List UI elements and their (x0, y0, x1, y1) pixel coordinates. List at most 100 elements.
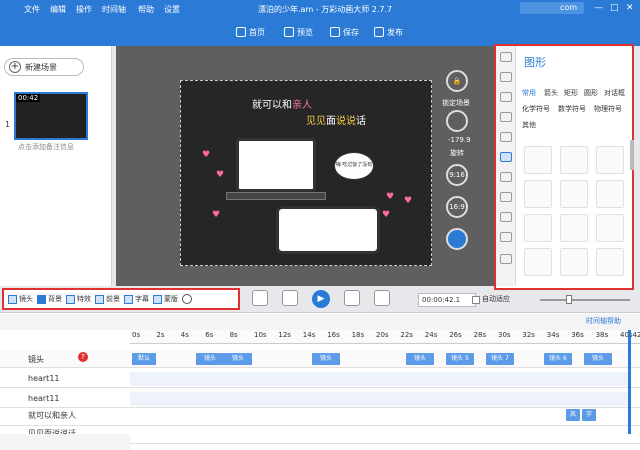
laptop-illustration[interactable] (236, 138, 316, 192)
save-button[interactable]: 保存 (330, 24, 359, 40)
camera-clip[interactable]: 镜头 7 (486, 353, 514, 365)
heart-icon[interactable]: ♥ (216, 170, 224, 180)
camera-clip[interactable]: 默认 (132, 353, 156, 365)
category-arrow[interactable]: 箭头 (544, 88, 558, 98)
playhead[interactable] (628, 330, 631, 434)
timeline-help-link[interactable]: 时间轴帮助 (586, 316, 621, 326)
play-button[interactable]: ▶ (312, 290, 330, 308)
auto-fit-checkbox[interactable] (472, 296, 480, 304)
text-category-icon[interactable] (500, 92, 512, 102)
shape-double-arrow[interactable] (596, 248, 624, 276)
shape-arrow-line[interactable] (560, 146, 588, 174)
camera-clip[interactable]: 镜头 (196, 353, 224, 365)
category-circle[interactable]: 圆形 (584, 88, 598, 98)
heart-icon[interactable]: ♥ (202, 150, 210, 160)
timeline-bottom-toolbar (0, 434, 130, 450)
camera-clip[interactable]: 镜头 5 (446, 353, 474, 365)
menu-help[interactable]: 帮助 (138, 4, 154, 15)
ratio-16-9-button[interactable]: 16:9 (446, 196, 468, 218)
camera-clip[interactable]: 镜头 6 (544, 353, 572, 365)
shape-arc[interactable] (596, 146, 624, 174)
camera-clip[interactable]: 镜头 (224, 353, 252, 365)
rotate-dial[interactable] (446, 110, 468, 132)
speech-bubble[interactable]: 嗨 吃过饭了没有 (334, 152, 374, 180)
special-effect-icon (66, 294, 75, 304)
ratio-9-16-button[interactable]: 9:16 (446, 164, 468, 186)
lock-icon[interactable]: 🔒 (446, 70, 468, 92)
rotate-value[interactable]: -179.9 (448, 136, 471, 144)
category-chemistry[interactable]: 化学符号 (522, 104, 550, 114)
track-text-1[interactable] (0, 408, 640, 426)
background-effect-button[interactable]: 背景 (37, 294, 62, 304)
shape-blob[interactable] (524, 248, 552, 276)
shape-triangle[interactable] (524, 214, 552, 242)
dialog-category-icon[interactable] (500, 152, 512, 162)
special-effect-button[interactable]: 特效 (66, 294, 91, 304)
image-category-icon[interactable] (500, 72, 512, 82)
shape-line[interactable] (524, 146, 552, 174)
track-bar[interactable] (130, 372, 630, 386)
heart-icon[interactable]: ♥ (404, 196, 412, 206)
new-scene-button[interactable]: + 新建场景 (4, 58, 84, 76)
maximize-icon[interactable]: □ (610, 3, 619, 13)
preview-button[interactable]: 预览 (284, 24, 313, 40)
stage-text-line1[interactable]: 就可以和亲人 (252, 96, 312, 111)
heart-icon[interactable]: ♥ (382, 210, 390, 220)
home-button[interactable]: 首页 (236, 24, 265, 40)
mask-effect-button[interactable]: 蒙版 (153, 294, 178, 304)
heart-icon[interactable]: ♥ (386, 192, 394, 202)
rewind-button[interactable] (252, 290, 268, 306)
heart-icon[interactable]: ♥ (212, 210, 220, 220)
publish-button[interactable]: 发布 (374, 24, 403, 40)
camera-clip[interactable]: 镜头 (584, 353, 612, 365)
sticker-category-icon[interactable] (500, 172, 512, 182)
video-category-icon[interactable] (500, 232, 512, 242)
category-other[interactable]: 其他 (522, 120, 536, 130)
more-category-icon[interactable] (500, 254, 512, 264)
forward-button[interactable] (374, 290, 390, 306)
camera-clip[interactable]: 镜头 (312, 353, 340, 365)
menu-edit[interactable]: 编辑 (50, 4, 66, 15)
foreground-effect-button[interactable]: 前景 (95, 294, 120, 304)
effect-category-icon[interactable] (500, 212, 512, 222)
remove-icon[interactable] (182, 294, 192, 304)
shape-dashed-square[interactable] (596, 180, 624, 208)
globe-icon[interactable] (446, 228, 468, 250)
time-input[interactable]: 00:00:42.1 (418, 293, 476, 307)
camera-effect-button[interactable]: 镜头 (8, 294, 33, 304)
category-rectangle[interactable]: 矩形 (564, 88, 578, 98)
camera-clip[interactable]: 镜头 (406, 353, 434, 365)
shape-curve[interactable] (524, 180, 552, 208)
shape-dashed-circle[interactable] (560, 180, 588, 208)
stage-text-line2[interactable]: 见见面说说话 (306, 112, 366, 127)
category-physics[interactable]: 物理符号 (594, 104, 622, 114)
phone-illustration[interactable] (276, 206, 380, 254)
category-dialog[interactable]: 对话框 (604, 88, 625, 98)
subtitle-effect-button[interactable]: 字幕 (124, 294, 149, 304)
shape-category-icon[interactable] (500, 52, 512, 62)
category-common[interactable]: 常用 (522, 88, 536, 98)
shape-wave[interactable] (596, 214, 624, 242)
shape-panel-scrollbar[interactable] (630, 140, 634, 170)
menu-timeline[interactable]: 时间轴 (102, 4, 126, 15)
text-clip[interactable]: 风 (566, 409, 580, 421)
menu-operate[interactable]: 操作 (76, 4, 92, 15)
menu-file[interactable]: 文件 (24, 4, 40, 15)
help-icon[interactable]: ? (78, 352, 88, 362)
shape-spiral[interactable] (560, 214, 588, 242)
zoom-slider[interactable] (540, 299, 630, 301)
shape-cloud[interactable] (560, 248, 588, 276)
text-clip[interactable]: 字 (582, 409, 596, 421)
scene-note[interactable]: 点击添加备注信息 (18, 142, 74, 152)
chart-category-icon[interactable] (500, 192, 512, 202)
menu-settings[interactable]: 设置 (164, 4, 180, 15)
track-bar[interactable] (130, 392, 630, 406)
next-frame-button[interactable] (344, 290, 360, 306)
prev-frame-button[interactable] (282, 290, 298, 306)
tool-category-icon[interactable] (500, 112, 512, 122)
minimize-icon[interactable]: — (594, 3, 603, 13)
zoom-slider-thumb[interactable] (566, 295, 572, 304)
music-category-icon[interactable] (500, 132, 512, 142)
close-icon[interactable]: ✕ (626, 3, 634, 13)
category-math[interactable]: 数学符号 (558, 104, 586, 114)
